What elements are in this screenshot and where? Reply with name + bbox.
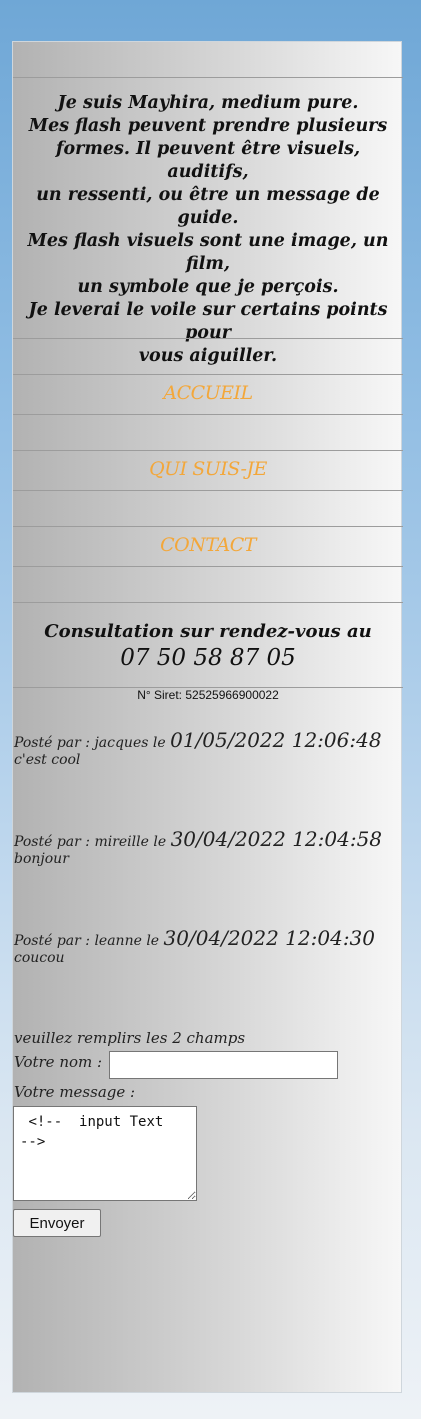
siret-number: N° Siret: 52525966900022 — [137, 688, 279, 702]
post-message: c'est cool — [14, 752, 81, 768]
divider — [13, 450, 403, 451]
message-textarea[interactable]: <!-- input Text --> — [13, 1106, 197, 1201]
intro-line: un symbole que je perçois. — [77, 277, 339, 297]
divider — [13, 490, 403, 491]
post-author: Posté par : mireille le — [14, 834, 171, 850]
intro-line: vous aiguiller. — [138, 346, 278, 366]
intro-line: formes. Il peuvent être visuels, auditif… — [55, 139, 361, 182]
post-author: Posté par : leanne le — [14, 933, 164, 949]
phone-number: 07 50 58 87 05 — [120, 645, 296, 671]
guestbook-post: Posté par : mireille le 30/04/2022 12:04… — [14, 827, 382, 867]
name-input[interactable] — [109, 1051, 338, 1079]
intro-text: Je suis Mayhira, medium pure. Mes flash … — [13, 92, 403, 368]
intro-line: un ressenti, ou être un message de guide… — [36, 185, 380, 228]
nav-contact-link[interactable]: CONTACT — [13, 534, 403, 556]
post-message: coucou — [14, 950, 65, 966]
divider — [13, 602, 403, 603]
message-label: Votre message : — [14, 1083, 136, 1101]
post-author: Posté par : jacques le — [14, 735, 171, 751]
nav-accueil-link[interactable]: ACCUEIL — [13, 382, 403, 404]
intro-line: Je suis Mayhira, medium pure. — [57, 93, 359, 113]
divider — [13, 526, 403, 527]
post-date: 30/04/2022 12:04:30 — [163, 926, 376, 950]
intro-line: Mes flash peuvent prendre plusieurs — [28, 116, 388, 136]
divider — [13, 374, 403, 375]
post-message: bonjour — [14, 851, 69, 867]
send-button[interactable]: Envoyer — [13, 1209, 101, 1237]
divider — [13, 566, 403, 567]
divider — [13, 338, 403, 339]
guestbook-post: Posté par : jacques le 01/05/2022 12:06:… — [14, 728, 382, 768]
main-panel: Je suis Mayhira, medium pure. Mes flash … — [12, 41, 403, 1393]
guestbook-post: Posté par : leanne le 30/04/2022 12:04:3… — [14, 926, 375, 966]
divider — [13, 77, 403, 78]
form-instruction: veuillez remplirs les 2 champs — [14, 1029, 246, 1047]
name-label: Votre nom : — [14, 1053, 103, 1071]
post-date: 30/04/2022 12:04:58 — [170, 827, 383, 851]
nav-qui-suis-je-link[interactable]: QUI SUIS-JE — [13, 458, 403, 480]
consultation-text: Consultation sur rendez-vous au — [44, 621, 372, 642]
intro-line: Mes flash visuels sont une image, un fil… — [27, 231, 389, 274]
divider — [13, 414, 403, 415]
post-date: 01/05/2022 12:06:48 — [170, 728, 382, 752]
